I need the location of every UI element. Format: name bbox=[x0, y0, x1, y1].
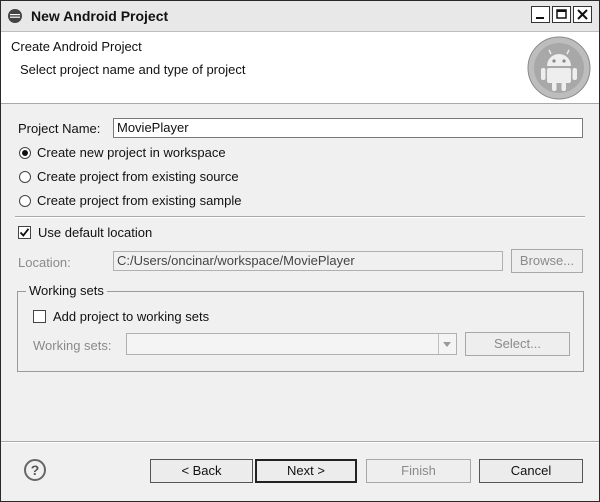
maximize-button[interactable] bbox=[552, 6, 571, 23]
radio-new-project-label[interactable]: Create new project in workspace bbox=[37, 145, 226, 160]
working-sets-group-label: Working sets bbox=[26, 283, 107, 298]
use-default-location-label[interactable]: Use default location bbox=[38, 225, 152, 240]
help-icon[interactable]: ? bbox=[24, 459, 46, 481]
use-default-location-checkbox[interactable] bbox=[18, 226, 31, 239]
android-logo-icon bbox=[527, 36, 591, 100]
next-button[interactable]: Next > bbox=[255, 459, 357, 483]
add-to-working-sets-label[interactable]: Add project to working sets bbox=[53, 309, 209, 324]
window-title: New Android Project bbox=[31, 8, 169, 24]
wizard-header: Create Android Project Select project na… bbox=[1, 32, 599, 104]
radio-existing-source-label[interactable]: Create project from existing source bbox=[37, 169, 239, 184]
radio-new-project[interactable] bbox=[19, 147, 31, 159]
title-bar[interactable]: New Android Project bbox=[1, 1, 599, 32]
wizard-title: Create Android Project bbox=[11, 39, 142, 54]
dialog-window: New Android Project Create Android Proje… bbox=[0, 0, 600, 502]
location-input[interactable]: C:/Users/oncinar/workspace/MoviePlayer bbox=[113, 251, 503, 271]
radio-existing-sample-label[interactable]: Create project from existing sample bbox=[37, 193, 241, 208]
select-button[interactable]: Select... bbox=[465, 332, 570, 356]
back-button[interactable]: < Back bbox=[150, 459, 253, 483]
radio-existing-source[interactable] bbox=[19, 171, 31, 183]
separator bbox=[15, 216, 585, 218]
working-sets-label: Working sets: bbox=[33, 338, 112, 353]
chevron-down-icon[interactable] bbox=[438, 334, 456, 354]
add-to-working-sets-checkbox[interactable] bbox=[33, 310, 46, 323]
finish-button[interactable]: Finish bbox=[366, 459, 471, 483]
project-name-input[interactable]: MoviePlayer bbox=[113, 118, 583, 138]
radio-existing-sample[interactable] bbox=[19, 195, 31, 207]
project-name-label: Project Name: bbox=[18, 121, 101, 136]
wizard-subtitle: Select project name and type of project bbox=[20, 62, 246, 77]
close-button[interactable] bbox=[573, 6, 592, 23]
working-sets-combo[interactable] bbox=[126, 333, 457, 355]
location-label: Location: bbox=[18, 255, 71, 270]
cancel-button[interactable]: Cancel bbox=[479, 459, 583, 483]
eclipse-icon bbox=[7, 8, 23, 24]
browse-button[interactable]: Browse... bbox=[511, 249, 583, 273]
minimize-button[interactable] bbox=[531, 6, 550, 23]
footer-separator bbox=[1, 441, 599, 443]
